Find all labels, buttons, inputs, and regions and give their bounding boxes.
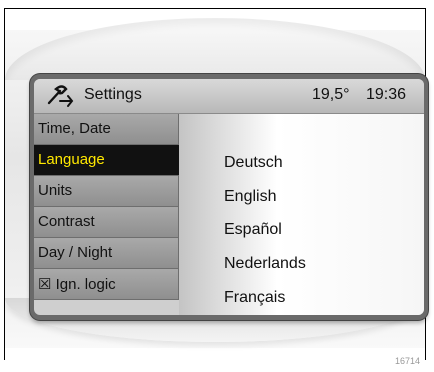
temperature-readout: 19,5° (312, 86, 350, 103)
menu-item-contrast[interactable]: Contrast (34, 207, 179, 238)
menu-item-time-date[interactable]: Time, Date (34, 114, 179, 145)
language-option-nederlands[interactable]: Nederlands (224, 255, 306, 273)
menu-item-units[interactable]: Units (34, 176, 179, 207)
figure-caption: 16714 (395, 356, 421, 366)
language-option-deutsch[interactable]: Deutsch (224, 154, 283, 172)
language-list: Deutsch English Español Nederlands Franç… (179, 114, 424, 315)
display-screen: Settings 19,5° 19:36 Time, Date Language… (34, 79, 424, 315)
clock-readout: 19:36 (366, 86, 407, 103)
menu-item-day-night[interactable]: Day / Night (34, 238, 179, 269)
page-title: Settings (84, 86, 142, 103)
menu-item-ign-logic[interactable]: ☒ Ign. logic (34, 269, 179, 300)
language-option-francais[interactable]: Français (224, 289, 285, 307)
settings-menu: Time, Date Language Units Contrast Day /… (34, 114, 184, 315)
menu-item-language[interactable]: Language (34, 145, 184, 176)
language-option-english[interactable]: English (224, 188, 276, 206)
header-bar: Settings 19,5° 19:36 (34, 79, 424, 114)
language-option-espanol[interactable]: Español (224, 221, 282, 239)
settings-wrench-icon (46, 85, 74, 107)
